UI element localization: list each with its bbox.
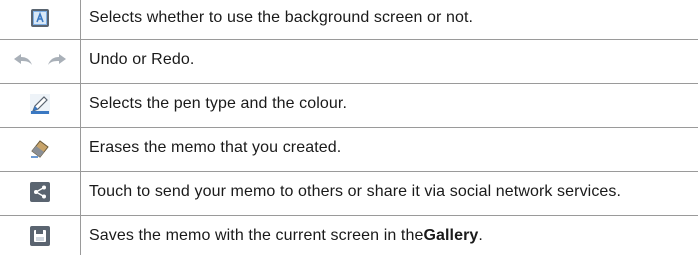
table-row: Touch to send your memo to others or sha… bbox=[0, 174, 698, 210]
row-description: Touch to send your memo to others or sha… bbox=[89, 183, 622, 200]
row-divider bbox=[0, 127, 698, 128]
row-divider bbox=[0, 83, 698, 84]
row-text-after: . bbox=[478, 227, 483, 244]
save-icon bbox=[0, 218, 80, 254]
eraser-icon bbox=[0, 130, 80, 166]
undo-redo-icon bbox=[0, 42, 80, 78]
gallery-label: Gallery bbox=[423, 227, 479, 244]
background-screen-icon bbox=[0, 0, 80, 36]
row-description: Selects the pen type and the colour. bbox=[89, 95, 347, 112]
column-divider bbox=[80, 0, 81, 255]
row-divider bbox=[0, 39, 698, 40]
row-divider bbox=[0, 171, 698, 172]
pen-icon bbox=[0, 86, 80, 122]
table-row: Erases the memo that you created. bbox=[0, 130, 698, 166]
row-description: Selects whether to use the background sc… bbox=[89, 9, 474, 26]
row-description: Saves the memo with the current screen i… bbox=[89, 218, 698, 254]
redo-icon bbox=[48, 54, 66, 65]
row-text-before: Saves the memo with the current screen i… bbox=[89, 227, 424, 244]
share-icon bbox=[0, 174, 80, 210]
table-row: Saves the memo with the current screen i… bbox=[0, 218, 698, 254]
row-description: Erases the memo that you created. bbox=[89, 139, 342, 156]
undo-icon bbox=[14, 54, 32, 65]
table-row: Undo or Redo. bbox=[0, 42, 698, 78]
row-divider bbox=[0, 215, 698, 216]
table-row: Selects whether to use the background sc… bbox=[0, 0, 698, 36]
row-description: Undo or Redo. bbox=[89, 51, 195, 68]
table-row: Selects the pen type and the colour. bbox=[0, 86, 698, 122]
